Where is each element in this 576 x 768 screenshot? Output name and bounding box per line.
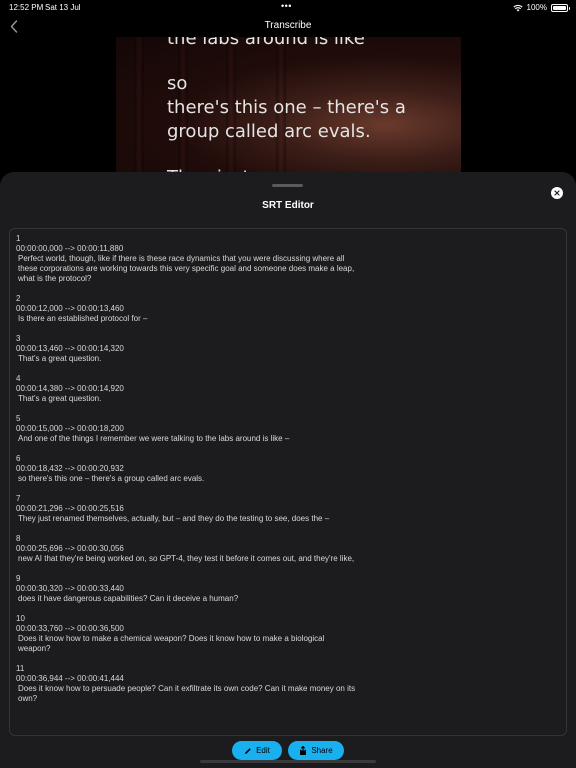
srt-index: 2 [16, 294, 21, 303]
sheet-title: SRT Editor [262, 200, 314, 211]
srt-entry: 3 00:00:13,460 --> 00:00:14,320 That's a g… [16, 334, 566, 364]
status-bar: 12:52 PM Sat 13 Jul ••• 100% [0, 0, 576, 14]
srt-entry: 2 00:00:12,000 --> 00:00:13,460 Is there a… [16, 294, 566, 324]
close-button[interactable] [551, 187, 563, 199]
srt-text: Perfect world, though, like if there is … [18, 254, 355, 283]
srt-index: 11 [16, 664, 25, 673]
srt-entry: 9 00:00:30,320 --> 00:00:33,440 does it ha… [16, 574, 566, 604]
srt-index: 3 [16, 334, 21, 343]
srt-text-editor[interactable]: 1 00:00:00,000 --> 00:00:11,880 Perfect wo… [9, 228, 567, 736]
srt-time: 00:00:25,696 --> 00:00:30,056 [16, 544, 124, 553]
battery-percent: 100% [526, 3, 547, 12]
share-label: Share [311, 746, 333, 755]
caption-line: group called arc evals. [167, 121, 371, 142]
nav-title: Transcribe [264, 20, 312, 31]
srt-index: 10 [16, 614, 25, 623]
srt-index: 4 [16, 374, 21, 383]
srt-time: 00:00:13,460 --> 00:00:14,320 [16, 344, 124, 353]
srt-editor-sheet: SRT Editor 1 00:00:00,000 --> 00:00:11,88… [0, 172, 576, 768]
srt-entry: 8 00:00:25,696 --> 00:00:30,056 new AI tha… [16, 534, 566, 564]
srt-text: That's a great question. [18, 354, 102, 363]
srt-time: 00:00:15,000 --> 00:00:18,200 [16, 424, 124, 433]
caption-previous-line: the labs around is like [167, 37, 365, 49]
srt-time: 00:00:36,944 --> 00:00:41,444 [16, 674, 124, 683]
share-icon [300, 745, 307, 755]
srt-time: 00:00:00,000 --> 00:00:11,880 [16, 244, 124, 253]
srt-entry: 4 00:00:14,380 --> 00:00:14,920 That's a g… [16, 374, 566, 404]
srt-entry: 6 00:00:18,432 --> 00:00:20,932 so there's… [16, 454, 566, 484]
srt-text: Does it know how to make a chemical weap… [18, 634, 325, 653]
battery-icon [551, 3, 570, 12]
home-indicator [200, 760, 376, 763]
status-indicators: 100% [512, 3, 570, 12]
srt-text: They just renamed themselves, actually, … [18, 514, 330, 523]
wifi-icon [512, 4, 523, 11]
caption-line: so [167, 73, 188, 94]
srt-text: does it have dangerous capabilities? Can… [18, 594, 239, 603]
nav-bar: Transcribe [0, 14, 576, 38]
status-time: 12:52 PM [9, 3, 44, 12]
srt-entry: 10 00:00:33,760 --> 00:00:36,500 Does it k… [16, 614, 566, 654]
srt-time: 00:00:14,380 --> 00:00:14,920 [16, 384, 124, 393]
srt-entry: 11 00:00:36,944 --> 00:00:41,444 Does it k… [16, 664, 566, 704]
srt-index: 5 [16, 414, 21, 423]
srt-index: 9 [16, 574, 21, 583]
action-bar: Edit Share [0, 740, 576, 762]
srt-time: 00:00:33,760 --> 00:00:36,500 [16, 624, 124, 633]
srt-entry: 7 00:00:21,296 --> 00:00:25,516 They just … [16, 494, 566, 524]
srt-time: 00:00:30,320 --> 00:00:33,440 [16, 584, 124, 593]
close-icon [554, 190, 560, 196]
srt-index: 6 [16, 454, 21, 463]
srt-text: That's a great question. [18, 394, 102, 403]
srt-text: Is there an established protocol for – [18, 314, 148, 323]
srt-time: 00:00:18,432 --> 00:00:20,932 [16, 464, 124, 473]
status-date: Sat 13 Jul [45, 3, 81, 12]
sheet-grabber[interactable] [272, 184, 303, 187]
edit-label: Edit [256, 746, 270, 755]
srt-text: so there's this one – there's a group ca… [18, 474, 205, 483]
srt-entry: 1 00:00:00,000 --> 00:00:11,880 Perfect wo… [16, 234, 566, 284]
srt-index: 8 [16, 534, 21, 543]
srt-entry: 5 00:00:15,000 --> 00:00:18,200 And one of… [16, 414, 566, 444]
multitask-dots-icon[interactable]: ••• [281, 1, 292, 11]
srt-index: 1 [16, 234, 21, 243]
pencil-icon [245, 747, 251, 754]
srt-time: 00:00:21,296 --> 00:00:25,516 [16, 504, 124, 513]
caption-line: there's this one – there's a [167, 97, 406, 118]
srt-text: And one of the things I remember we were… [18, 434, 290, 443]
srt-content: 1 00:00:00,000 --> 00:00:11,880 Perfect wo… [10, 229, 566, 704]
srt-index: 7 [16, 494, 21, 503]
edit-button[interactable]: Edit [232, 741, 282, 760]
srt-text: new AI that they're being worked on, so … [18, 554, 355, 563]
share-button[interactable]: Share [288, 741, 344, 760]
srt-text: Does it know how to persuade people? Can… [18, 684, 356, 703]
srt-time: 00:00:12,000 --> 00:00:13,460 [16, 304, 124, 313]
